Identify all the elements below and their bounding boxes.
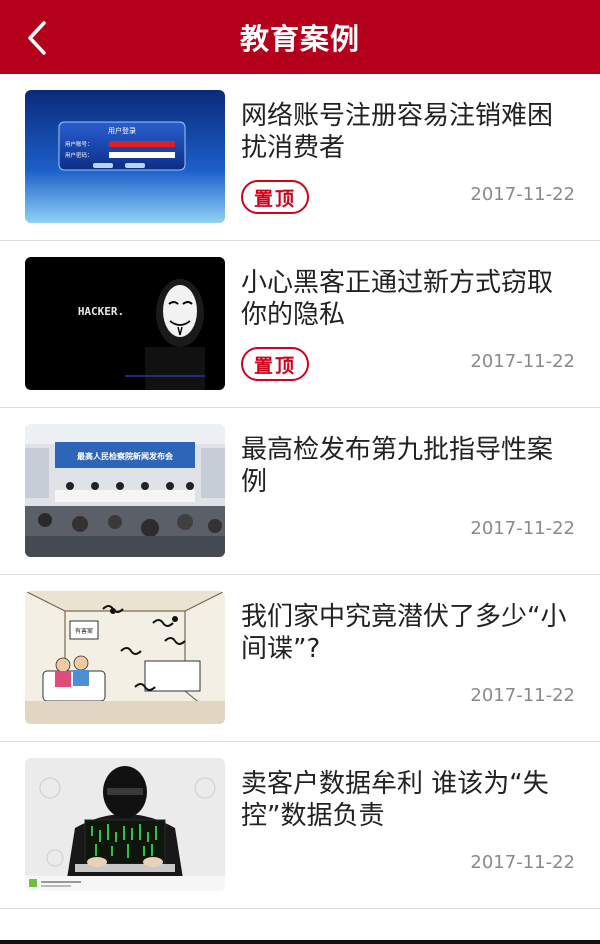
article-title: 最高检发布第九批指导性案例: [241, 435, 554, 497]
back-button[interactable]: [18, 18, 58, 58]
article-date: 2017-11-22: [470, 852, 575, 873]
article-date: 2017-11-22: [470, 184, 575, 205]
article-title: 网络账号注册容易注销难困扰消费者: [241, 101, 554, 163]
thumb-login-title: 用户登录: [108, 126, 136, 135]
article-list: 用户登录 用户账号： 用户密码： 网络账号注册容易注销难困扰消费者 置顶 201…: [0, 74, 600, 909]
article-title: 小心黑客正通过新方式窃取你的隐私: [241, 268, 554, 330]
list-item[interactable]: HACKER. 小心黑客正通过新方式窃取你的隐私 置顶 2017-11-22: [0, 241, 600, 408]
article-thumbnail: 用户登录 用户账号： 用户密码：: [25, 90, 225, 223]
thumb-banner-text: 最高人民检察院新闻发布会: [77, 451, 173, 461]
article-title: 我们家中究竟潜伏了多少“小间谍”?: [241, 602, 567, 664]
pinned-badge: 置顶: [241, 180, 309, 214]
article-title: 卖客户数据牟利 谁该为“失控”数据负责: [241, 769, 549, 831]
article-date: 2017-11-22: [470, 685, 575, 706]
app-header: 教育案例: [0, 0, 600, 74]
article-date: 2017-11-22: [470, 351, 575, 372]
thumb-account-label: 用户账号：: [65, 140, 93, 148]
list-item[interactable]: 卖客户数据牟利 谁该为“失控”数据负责 2017-11-22: [0, 742, 600, 909]
bottom-edge: [0, 940, 600, 944]
list-item[interactable]: 用户登录 用户账号： 用户密码： 网络账号注册容易注销难困扰消费者 置顶 201…: [0, 74, 600, 241]
pinned-badge: 置顶: [241, 347, 309, 381]
thumb-hacker-text: HACKER.: [78, 305, 124, 318]
thumb-password-label: 用户密码：: [65, 151, 93, 159]
article-thumbnail: 最高人民检察院新闻发布会: [25, 424, 225, 557]
list-item[interactable]: 有害案 我们家中究竟潜伏了多少“小间谍”? 2017-11-22: [0, 575, 600, 742]
article-date: 2017-11-22: [470, 518, 575, 539]
thumb-sign-text: 有害案: [75, 627, 93, 635]
chevron-left-icon: [28, 21, 46, 55]
page-title: 教育案例: [239, 22, 360, 56]
article-thumbnail: [25, 758, 225, 891]
article-thumbnail: 有害案: [25, 591, 225, 724]
article-thumbnail: HACKER.: [25, 257, 225, 390]
list-item[interactable]: 最高人民检察院新闻发布会 最高检发布第九批指导性案例 2017-11-22: [0, 408, 600, 575]
